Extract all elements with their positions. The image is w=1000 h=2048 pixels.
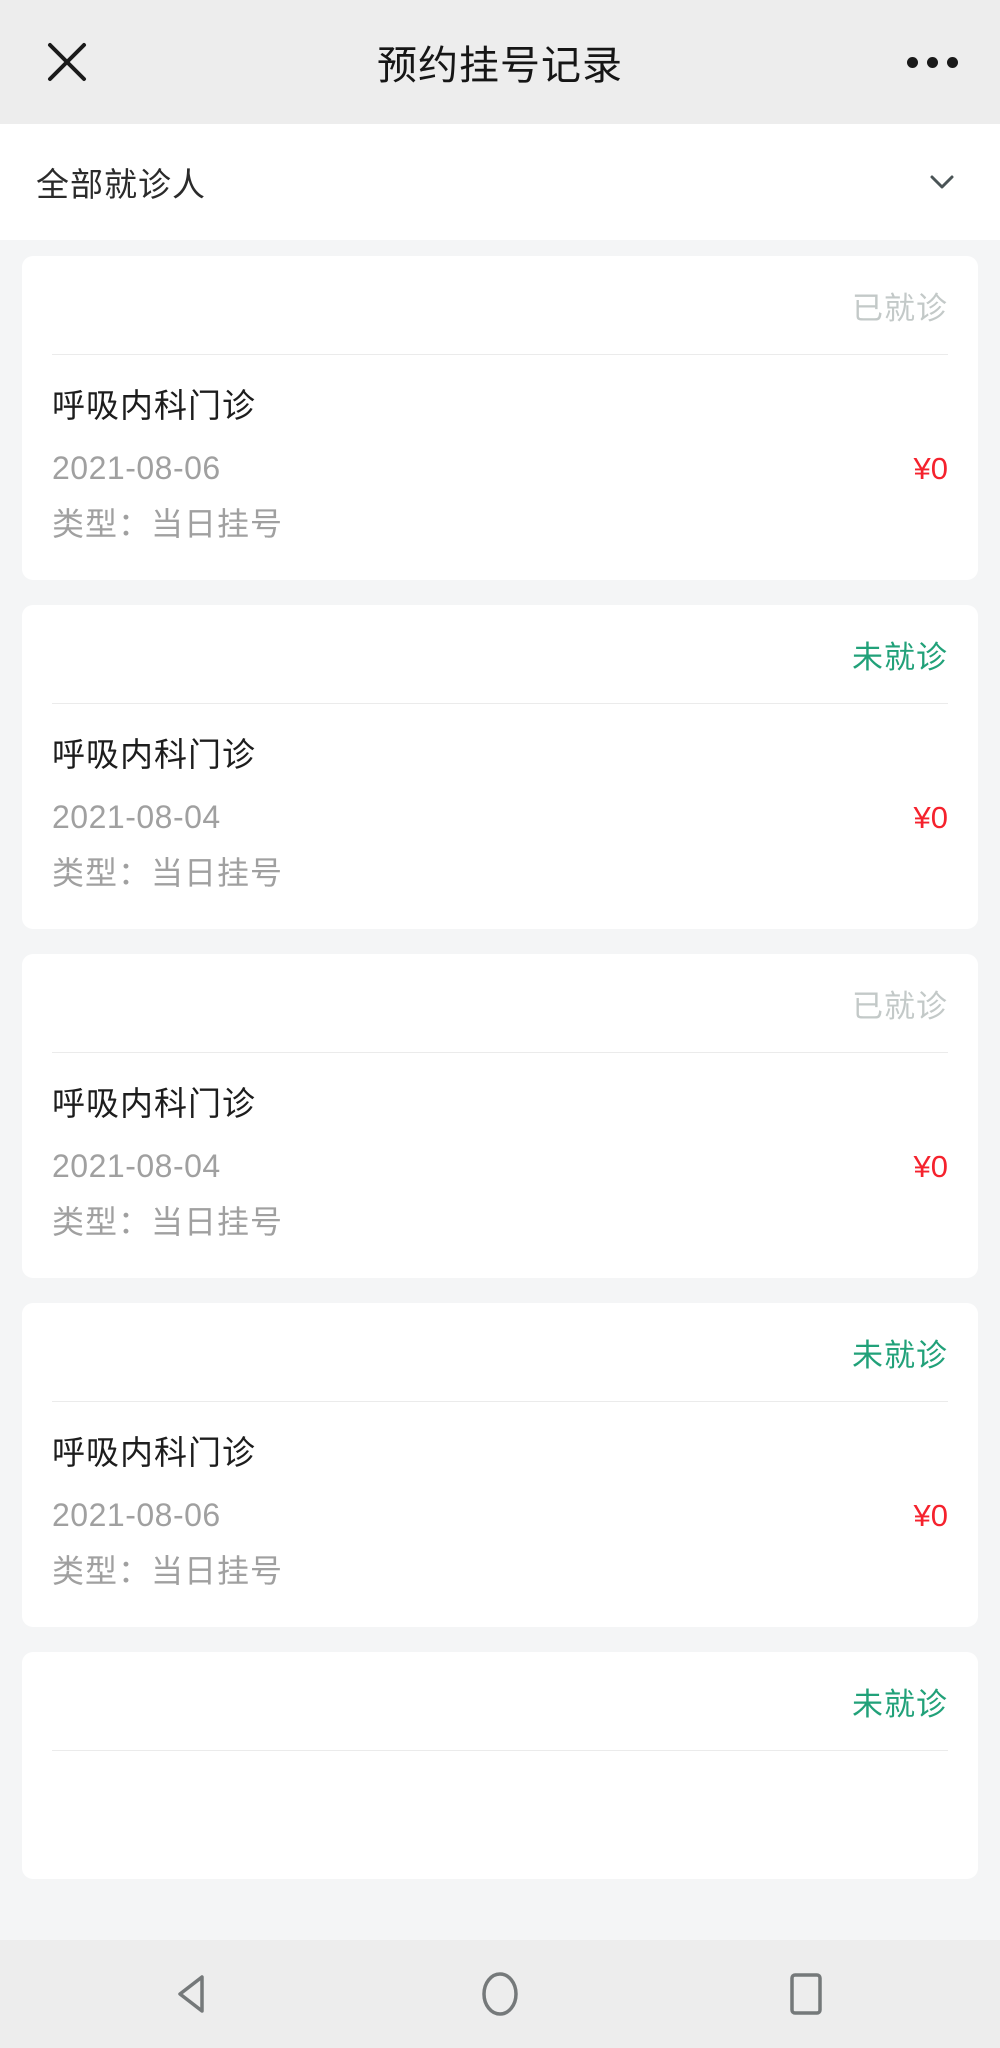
department-name: 呼吸内科门诊 [52, 1434, 256, 1471]
date-price-row: 2021-08-06 ¥0 [52, 1499, 948, 1531]
department-name: 呼吸内科门诊 [52, 387, 256, 424]
card-body: 呼吸内科门诊 2021-08-06 ¥0 类型：当日挂号 [52, 1402, 948, 1627]
more-dot [907, 56, 918, 68]
app-header: 预约挂号记录 [0, 0, 1000, 124]
appointment-date: 2021-08-06 [52, 1497, 221, 1533]
appointment-type: 类型：当日挂号 [52, 1204, 284, 1240]
department-name: 呼吸内科门诊 [52, 1085, 256, 1122]
appointment-price: ¥0 [913, 800, 948, 835]
appointment-card[interactable]: 未就诊 [22, 1652, 978, 1879]
patient-filter-select[interactable]: 全部就诊人 [0, 124, 1000, 240]
card-body: 呼吸内科门诊 2021-08-06 ¥0 类型：当日挂号 [52, 355, 948, 580]
chevron-down-icon[interactable] [918, 158, 966, 206]
patient-filter-label: 全部就诊人 [36, 166, 206, 203]
appointment-card[interactable]: 已就诊 呼吸内科门诊 2021-08-04 ¥0 类型：当日挂号 [22, 954, 978, 1278]
appointment-price: ¥0 [913, 451, 948, 486]
status-badge: 未就诊 [852, 639, 948, 675]
system-navigation-bar [0, 1940, 1000, 2048]
status-badge: 未就诊 [852, 1686, 948, 1722]
appointment-card[interactable]: 未就诊 呼吸内科门诊 2021-08-06 ¥0 类型：当日挂号 [22, 1303, 978, 1627]
status-badge: 已就诊 [852, 988, 948, 1024]
card-status-row: 未就诊 [52, 605, 948, 703]
card-body [52, 1751, 948, 1879]
card-status-row: 未就诊 [52, 1303, 948, 1401]
department-name: 呼吸内科门诊 [52, 736, 256, 773]
status-badge: 未就诊 [852, 1337, 948, 1373]
appointment-card[interactable]: 未就诊 呼吸内科门诊 2021-08-04 ¥0 类型：当日挂号 [22, 605, 978, 929]
card-body: 呼吸内科门诊 2021-08-04 ¥0 类型：当日挂号 [52, 704, 948, 929]
appointment-date: 2021-08-06 [52, 450, 221, 486]
appointment-card[interactable]: 已就诊 呼吸内科门诊 2021-08-06 ¥0 类型：当日挂号 [22, 256, 978, 580]
card-status-row: 已就诊 [52, 256, 948, 354]
date-price-row: 2021-08-06 ¥0 [52, 452, 948, 484]
date-price-row: 2021-08-04 ¥0 [52, 1150, 948, 1182]
appointment-price: ¥0 [913, 1149, 948, 1184]
page-title: 预约挂号记录 [377, 44, 623, 88]
close-icon[interactable] [36, 31, 98, 93]
circle-home-icon[interactable] [452, 1946, 548, 2042]
date-price-row: 2021-08-04 ¥0 [52, 801, 948, 833]
card-status-row: 已就诊 [52, 954, 948, 1052]
square-recents-icon[interactable] [758, 1946, 854, 2042]
appointment-type: 类型：当日挂号 [52, 855, 284, 891]
more-dots-icon[interactable] [901, 43, 964, 82]
appointment-type: 类型：当日挂号 [52, 506, 284, 542]
status-badge: 已就诊 [852, 290, 948, 326]
appointment-type: 类型：当日挂号 [52, 1553, 284, 1589]
appointment-price: ¥0 [913, 1498, 948, 1533]
appointment-date: 2021-08-04 [52, 799, 221, 835]
triangle-back-icon[interactable] [146, 1946, 242, 2042]
appointment-record-list[interactable]: 已就诊 呼吸内科门诊 2021-08-06 ¥0 类型：当日挂号 未就诊 呼吸内… [0, 240, 1000, 1940]
appointment-date: 2021-08-04 [52, 1148, 221, 1184]
card-status-row: 未就诊 [52, 1652, 948, 1750]
more-dot [947, 56, 958, 68]
card-body: 呼吸内科门诊 2021-08-04 ¥0 类型：当日挂号 [52, 1053, 948, 1278]
more-dot [927, 56, 938, 68]
